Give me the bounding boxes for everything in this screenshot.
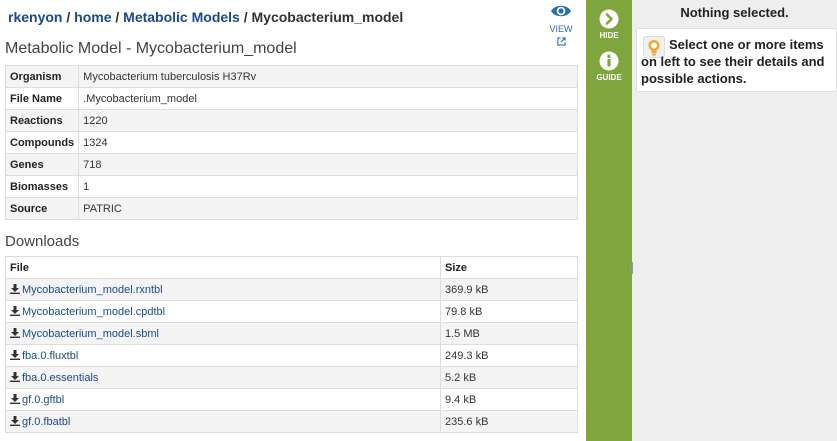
file-size: 5.2 kB <box>440 366 578 389</box>
file-size: 369.9 kB <box>440 278 578 301</box>
table-row: Mycobacterium_model.rxntbl 369.9 kB <box>5 278 578 301</box>
table-row: gf.0.fbatbl 235.6 kB <box>5 410 578 433</box>
download-icon <box>10 371 20 382</box>
property-key: Compounds <box>4 131 80 154</box>
file-download-link[interactable]: Mycobacterium_model.sbml <box>22 328 159 340</box>
table-row: Mycobacterium_model.sbml 1.5 MB <box>5 322 578 345</box>
panel-resize-handle[interactable] <box>630 262 633 274</box>
model-properties-table: Organism Mycobacterium tuberculosis H37R… <box>4 65 578 220</box>
file-download-link[interactable]: gf.0.fbatbl <box>22 416 70 428</box>
property-value: 1 <box>78 175 578 198</box>
property-key: Source <box>4 197 80 220</box>
file-cell: gf.0.fbatbl <box>5 410 441 433</box>
property-value: Mycobacterium tuberculosis H37Rv <box>78 65 578 88</box>
download-icon <box>10 349 20 360</box>
table-header-row: File Size <box>5 256 578 279</box>
hide-label: HIDE <box>599 31 619 40</box>
breadcrumb-separator: / <box>66 9 75 25</box>
table-row: Reactions 1220 <box>4 109 578 132</box>
download-icon <box>10 327 20 338</box>
property-key: File Name <box>4 87 80 110</box>
breadcrumb-folder[interactable]: Metabolic Models <box>123 9 240 25</box>
property-key: Biomasses <box>4 175 80 198</box>
file-size: 79.8 kB <box>440 300 578 323</box>
file-size: 235.6 kB <box>440 410 578 433</box>
download-icon <box>10 393 20 404</box>
file-cell: fba.0.fluxtbl <box>5 344 441 367</box>
file-download-link[interactable]: Mycobacterium_model.rxntbl <box>22 284 163 296</box>
details-panel: Nothing selected. Select one or more ite… <box>632 0 837 441</box>
property-value: PATRIC <box>78 197 578 220</box>
file-cell: gf.0.gftbl <box>5 388 441 411</box>
action-toolbar: HIDE GUIDE <box>586 0 632 441</box>
page-title: Metabolic Model - Mycobacterium_model <box>5 40 297 57</box>
file-size: 1.5 MB <box>440 322 578 345</box>
property-value: .Mycobacterium_model <box>78 87 578 110</box>
property-value: 1220 <box>78 109 578 132</box>
column-header-size: Size <box>440 256 578 279</box>
property-key: Reactions <box>4 109 80 132</box>
hint-box: Select one or more items on left to see … <box>636 28 837 92</box>
breadcrumb-separator: / <box>115 9 124 25</box>
file-size: 249.3 kB <box>440 344 578 367</box>
table-row: gf.0.gftbl 9.4 kB <box>5 388 578 411</box>
external-link-icon <box>556 37 566 46</box>
chevron-right-circle-icon <box>599 9 619 29</box>
info-circle-icon <box>599 51 619 71</box>
guide-label: GUIDE <box>596 73 622 82</box>
download-icon <box>10 415 20 426</box>
table-row: File Name .Mycobacterium_model <box>4 87 578 110</box>
file-cell: Mycobacterium_model.rxntbl <box>5 278 441 301</box>
hint-text: Select one or more items on left to see … <box>641 37 825 86</box>
file-cell: fba.0.essentials <box>5 366 441 389</box>
downloads-heading: Downloads <box>5 233 80 250</box>
eye-icon <box>551 5 571 17</box>
guide-button[interactable]: GUIDE <box>586 51 632 82</box>
download-icon <box>10 305 20 316</box>
file-download-link[interactable]: fba.0.essentials <box>22 372 98 384</box>
table-row: Source PATRIC <box>4 197 578 220</box>
file-download-link[interactable]: gf.0.gftbl <box>22 394 64 406</box>
download-icon <box>10 283 20 294</box>
view-button[interactable]: VIEW <box>540 3 582 46</box>
table-row: Compounds 1324 <box>4 131 578 154</box>
table-row: fba.0.fluxtbl 249.3 kB <box>5 344 578 367</box>
breadcrumb: rkenyon / home / Metabolic Models / Myco… <box>8 9 403 25</box>
header-bar: rkenyon / home / Metabolic Models / Myco… <box>0 0 586 46</box>
table-row: Genes 718 <box>4 153 578 176</box>
property-key: Genes <box>4 153 80 176</box>
breadcrumb-home[interactable]: home <box>74 9 111 25</box>
downloads-table: File Size Mycobacterium_model.rxntbl 369… <box>5 256 578 433</box>
breadcrumb-separator: / <box>243 9 252 25</box>
property-value: 718 <box>78 153 578 176</box>
table-row: Organism Mycobacterium tuberculosis H37R… <box>4 65 578 88</box>
table-row: Mycobacterium_model.cpdtbl 79.8 kB <box>5 300 578 323</box>
file-cell: Mycobacterium_model.cpdtbl <box>5 300 441 323</box>
hide-button[interactable]: HIDE <box>586 9 632 40</box>
table-row: Biomasses 1 <box>4 175 578 198</box>
breadcrumb-current: Mycobacterium_model <box>251 9 404 25</box>
view-label: VIEW <box>549 24 573 34</box>
file-size: 9.4 kB <box>440 388 578 411</box>
property-key: Organism <box>4 65 80 88</box>
breadcrumb-user[interactable]: rkenyon <box>8 9 62 25</box>
property-value: 1324 <box>78 131 578 154</box>
table-row: fba.0.essentials 5.2 kB <box>5 366 578 389</box>
file-cell: Mycobacterium_model.sbml <box>5 322 441 345</box>
file-download-link[interactable]: fba.0.fluxtbl <box>22 350 78 362</box>
main-content: rkenyon / home / Metabolic Models / Myco… <box>0 0 586 441</box>
panel-heading: Nothing selected. <box>680 5 789 20</box>
column-header-file: File <box>5 256 441 279</box>
file-download-link[interactable]: Mycobacterium_model.cpdtbl <box>22 306 165 318</box>
